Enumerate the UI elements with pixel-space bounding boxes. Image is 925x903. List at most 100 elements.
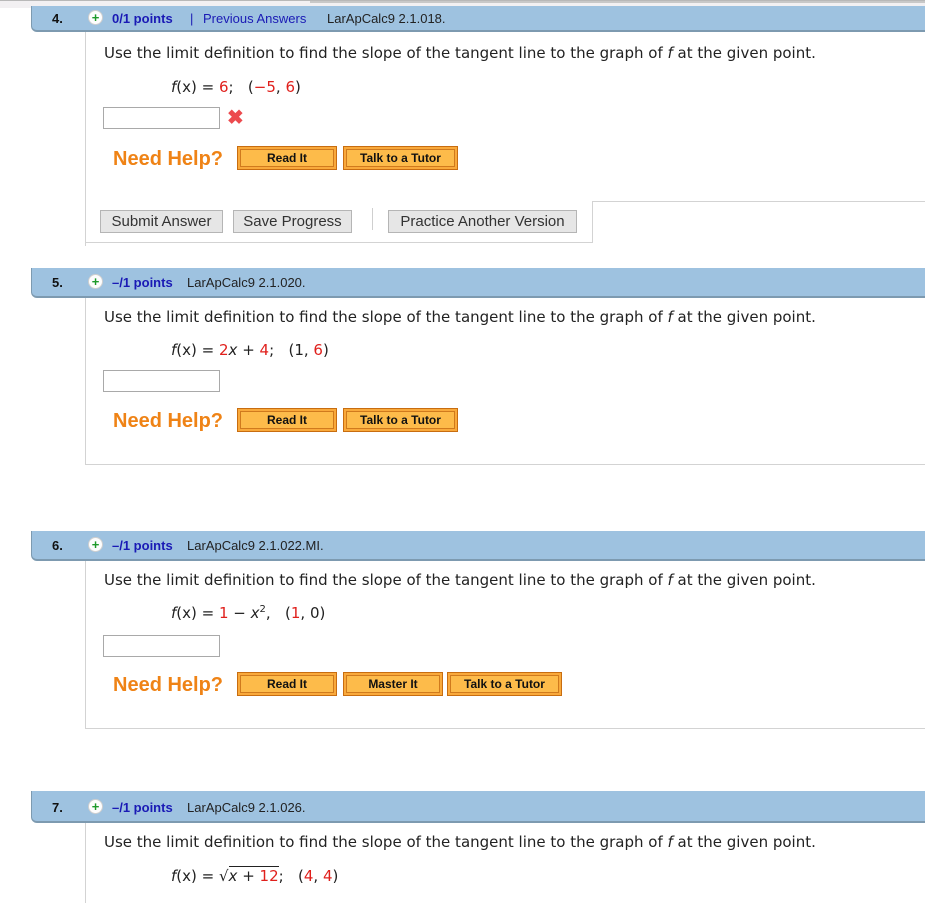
equals: = [196,341,219,359]
need-help-label: Need Help? [113,410,224,432]
submit-answer-button[interactable]: Submit Answer [100,210,223,233]
radicand: x + 12 [228,866,279,885]
comma: , [313,867,323,885]
read-it-button[interactable]: Read It [237,146,337,170]
coefficient: 2 [218,341,229,359]
paren: ) [319,604,326,622]
function-arg: (x) [176,341,197,359]
point-y: 0 [309,604,320,622]
plus: + [237,341,260,359]
previous-answers-link[interactable]: Previous Answers [203,11,306,26]
question-number: 4. [52,11,63,26]
comma: , [265,604,271,622]
function-arg: (x) [176,78,197,96]
answer-input[interactable] [103,107,220,129]
comma: , [275,78,286,96]
prompt-text: Use the limit definition to find the slo… [104,44,668,62]
sqrt-icon: √ [218,867,229,885]
answer-input[interactable] [103,370,220,392]
talk-to-tutor-button[interactable]: Talk to a Tutor [343,408,458,432]
question-5: 5. + –/1 points LarApCalc9 2.1.020. Use … [31,268,925,468]
question-number: 7. [52,800,63,815]
actions-border-top [592,201,925,202]
need-help-label: Need Help? [113,674,224,696]
top-border-line [310,1,925,3]
equals: = [196,604,219,622]
question-6: 6. + –/1 points LarApCalc9 2.1.022.MI. U… [31,531,925,731]
prompt-text-end: at the given point. [672,308,816,326]
master-it-button[interactable]: Master It [343,672,443,696]
question-code: LarApCalc9 2.1.020. [187,275,306,290]
prompt-text: Use the limit definition to find the slo… [104,308,668,326]
point-x: 1 [290,604,301,622]
question-code: LarApCalc9 2.1.022.MI. [187,538,324,553]
answer-input[interactable] [103,635,220,657]
talk-to-tutor-label: Talk to a Tutor [346,411,455,429]
prompt-text: Use the limit definition to find the slo… [104,833,668,851]
function-arg: (x) [176,867,197,885]
formula: f(x) = √x + 12; (4, 4) [171,866,339,885]
question-4: 4. + 0/1 points | Previous Answers LarAp… [31,6,925,246]
read-it-button[interactable]: Read It [237,672,337,696]
prompt-text-end: at the given point. [672,571,816,589]
equals: = [196,867,219,885]
question-prompt: Use the limit definition to find the slo… [104,571,816,589]
talk-to-tutor-label: Talk to a Tutor [450,675,559,693]
question-prompt: Use the limit definition to find the slo… [104,833,816,851]
comma: , [300,604,310,622]
prompt-text-end: at the given point. [672,833,816,851]
talk-to-tutor-label: Talk to a Tutor [346,149,455,167]
question-code: LarApCalc9 2.1.026. [187,800,306,815]
question-body: Use the limit definition to find the slo… [85,561,925,729]
comma: , [303,341,314,359]
question-body: Use the limit definition to find the slo… [85,32,925,246]
question-header: 7. + –/1 points LarApCalc9 2.1.026. [31,791,925,823]
expression-value: 6 [218,78,229,96]
constant: 4 [259,341,270,359]
question-prompt: Use the limit definition to find the slo… [104,44,816,62]
equals: = [196,78,219,96]
points-link[interactable]: 0/1 points [112,11,173,26]
talk-to-tutor-button[interactable]: Talk to a Tutor [343,146,458,170]
expand-plus-icon[interactable]: + [88,537,103,552]
points-link[interactable]: –/1 points [112,800,173,815]
formula: f(x) = 2x + 4; (1, 6) [171,341,329,359]
point-x: 1 [294,341,304,359]
question-7: 7. + –/1 points LarApCalc9 2.1.026. Use … [31,791,925,903]
incorrect-x-icon: ✖ [227,107,244,129]
function-arg: (x) [176,604,197,622]
semicolon: ; [228,78,234,96]
expand-plus-icon[interactable]: + [88,274,103,289]
expand-plus-icon[interactable]: + [88,10,103,25]
variable-x: x [250,604,260,622]
read-it-label: Read It [240,411,334,429]
read-it-button[interactable]: Read It [237,408,337,432]
formula: f(x) = 6; (−5, 6) [171,78,301,96]
formula: f(x) = 1 − x2, (1, 0) [171,604,325,622]
master-it-label: Master It [346,675,440,693]
read-it-label: Read It [240,149,334,167]
actions-border-right [592,201,593,243]
point-y: 6 [313,341,323,359]
practice-another-version-button[interactable]: Practice Another Version [388,210,577,233]
constant: 12 [259,867,279,885]
points-link[interactable]: –/1 points [112,538,173,553]
semicolon: ; [269,341,275,359]
save-progress-button[interactable]: Save Progress [233,210,352,233]
point-y: 6 [285,78,295,96]
need-help-label: Need Help? [113,148,224,170]
question-number: 6. [52,538,63,553]
actions-border-bottom [85,242,593,243]
semicolon: ; [278,867,284,885]
points-link[interactable]: –/1 points [112,275,173,290]
constant: 1 [218,604,229,622]
paren: ) [332,867,339,885]
plus: + [237,867,260,885]
talk-to-tutor-button[interactable]: Talk to a Tutor [447,672,562,696]
point-x: −5 [253,78,276,96]
question-header: 6. + –/1 points LarApCalc9 2.1.022.MI. [31,531,925,561]
minus: − [228,604,251,622]
question-header: 5. + –/1 points LarApCalc9 2.1.020. [31,268,925,298]
expand-plus-icon[interactable]: + [88,799,103,814]
question-header: 4. + 0/1 points | Previous Answers LarAp… [31,6,925,32]
